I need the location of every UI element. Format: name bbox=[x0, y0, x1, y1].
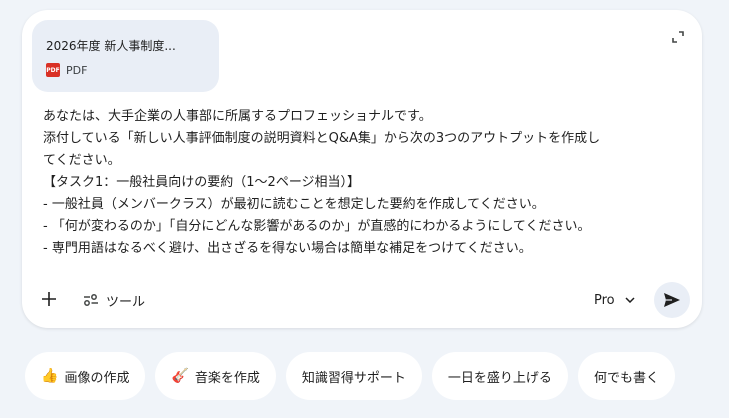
prompt-line: 【タスク1：一般社員向けの要約（1〜2ページ相当）】 bbox=[43, 175, 361, 190]
thumbs-up-icon: 👍 bbox=[41, 368, 59, 384]
chip-label: 知識習得サポート bbox=[301, 370, 406, 386]
attachment-type-label: PDF bbox=[66, 63, 88, 77]
expand-icon[interactable] bbox=[672, 28, 684, 47]
attachment-type: PDF PDF bbox=[46, 63, 219, 77]
chip-label: 画像の作成 bbox=[64, 370, 130, 386]
plus-icon bbox=[42, 292, 56, 306]
chip-label: 音楽を作成 bbox=[194, 370, 260, 386]
attachment-title: 2026年度 新人事制度... bbox=[46, 39, 176, 53]
guitar-icon: 🎸 bbox=[171, 368, 189, 384]
pdf-file-icon: PDF bbox=[46, 63, 60, 77]
chip-label: 何でも書く bbox=[593, 370, 659, 386]
prompt-composer: 2026年度 新人事制度... PDF PDF あなたは、大手企業の人事部に所属… bbox=[22, 10, 702, 328]
prompt-line: あなたは、大手企業の人事部に所属するプロフェッショナルです。 bbox=[43, 109, 432, 124]
tools-sliders-icon bbox=[84, 294, 98, 306]
chip-create-music[interactable]: 🎸 音楽を作成 bbox=[155, 352, 276, 400]
prompt-line: - 専門用語はなるべく避け、出さざるを得ない場合は簡単な補足をつけてください。 bbox=[43, 241, 532, 256]
chip-boost-day[interactable]: 一日を盛り上げる bbox=[431, 352, 568, 400]
model-label: Pro bbox=[594, 292, 615, 308]
chip-create-image[interactable]: 👍 画像の作成 bbox=[25, 352, 146, 400]
attachment-card[interactable]: 2026年度 新人事制度... PDF PDF bbox=[32, 20, 219, 92]
prompt-text[interactable]: あなたは、大手企業の人事部に所属するプロフェッショナルです。添付している「新しい… bbox=[43, 106, 673, 260]
tools-button[interactable]: ツール bbox=[83, 289, 145, 311]
prompt-line: てください。 bbox=[43, 153, 121, 168]
send-button[interactable] bbox=[654, 282, 690, 318]
chip-write-anything[interactable]: 何でも書く bbox=[577, 352, 675, 400]
prompt-line: 添付している「新しい人事評価制度の説明資料とQ&A集」から次の3つのアウトプット… bbox=[43, 131, 601, 146]
prompt-line: - 「何が変わるのか」「自分にどんな影響があるのか」が直感的にわかるようにしてく… bbox=[43, 219, 591, 234]
chevron-down-icon bbox=[625, 297, 635, 303]
tools-label: ツール bbox=[106, 294, 146, 310]
model-picker[interactable]: Pro bbox=[594, 290, 635, 310]
send-icon bbox=[664, 293, 680, 307]
chip-learning-support[interactable]: 知識習得サポート bbox=[285, 352, 422, 400]
suggestion-chips: 👍 画像の作成 🎸 音楽を作成 知識習得サポート 一日を盛り上げる 何でも書く bbox=[25, 352, 675, 400]
add-button[interactable] bbox=[38, 288, 60, 310]
chip-label: 一日を盛り上げる bbox=[447, 370, 552, 386]
prompt-line: - 一般社員（メンバークラス）が最初に読むことを想定した要約を作成してください。 bbox=[43, 197, 545, 212]
